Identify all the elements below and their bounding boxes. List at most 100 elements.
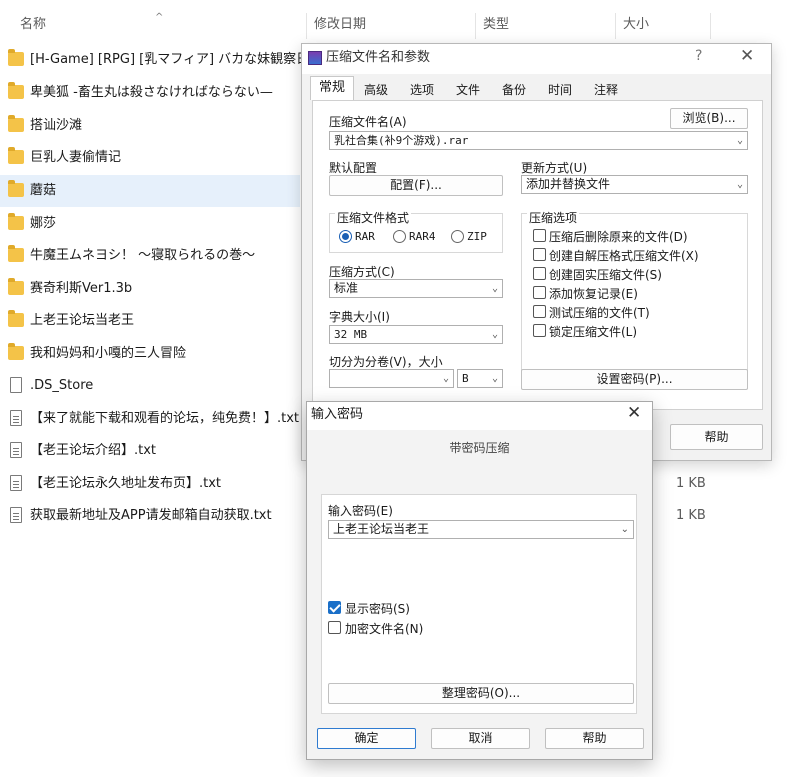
show-password-checkbox[interactable] <box>328 601 341 614</box>
tab-time[interactable]: 时间 <box>540 78 580 100</box>
browse-button[interactable]: 浏览(B)... <box>670 108 748 129</box>
list-item-selected[interactable]: 蘑菇 <box>0 175 300 207</box>
password-value: 上老王论坛当老王 <box>333 522 430 536</box>
split-unit-select[interactable]: B ⌄ <box>457 369 503 388</box>
folder-icon <box>8 245 24 262</box>
chevron-down-icon[interactable]: ⌄ <box>737 176 743 193</box>
archive-name-label: 压缩文件名(A) <box>329 115 407 129</box>
option-label[interactable]: 压缩后删除原来的文件(D) <box>549 228 688 245</box>
format-rar4-label[interactable]: RAR4 <box>409 230 436 243</box>
option-checkbox[interactable] <box>533 229 546 242</box>
tab-options[interactable]: 选项 <box>402 78 442 100</box>
file-name: 搭讪沙滩 <box>30 118 83 133</box>
compression-method-select[interactable]: 标准 ⌄ <box>329 279 503 298</box>
column-size[interactable]: 大小 <box>623 10 649 40</box>
option-label[interactable]: 创建自解压格式压缩文件(X) <box>549 247 699 264</box>
profiles-button[interactable]: 配置(F)... <box>329 175 503 196</box>
sort-ascending-icon: ^ <box>155 12 164 23</box>
archive-format-label: 压缩文件格式 <box>335 209 412 226</box>
chevron-down-icon[interactable]: ⌄ <box>492 326 498 343</box>
split-size-input[interactable]: ⌄ <box>329 369 454 388</box>
dialog-title: 输入密码 <box>311 407 364 422</box>
dictionary-size-select[interactable]: 32 MB ⌄ <box>329 325 503 344</box>
show-password-label[interactable]: 显示密码(S) <box>345 600 410 617</box>
file-name: 卑美狐 -畜生丸は殺さなければならない— <box>30 85 273 100</box>
column-name[interactable]: 名称 <box>20 10 46 40</box>
format-rar4-radio[interactable] <box>393 230 406 243</box>
dialog-titlebar[interactable]: 输入密码 ✕ <box>307 402 652 430</box>
set-password-button[interactable]: 设置密码(P)... <box>521 369 748 390</box>
chevron-down-icon[interactable]: ⌄ <box>443 370 449 387</box>
file-name: 巨乳人妻偷情记 <box>30 150 122 165</box>
folder-icon <box>8 180 24 197</box>
password-label: 输入密码(E) <box>328 504 393 518</box>
cancel-button[interactable]: 取消 <box>431 728 530 749</box>
chevron-down-icon[interactable]: ⌄ <box>492 370 498 387</box>
text-file-icon <box>10 475 22 491</box>
password-input[interactable]: 上老王论坛当老王 ⌄ <box>328 520 634 539</box>
chevron-down-icon[interactable]: ⌄ <box>492 280 498 297</box>
option-label[interactable]: 锁定压缩文件(L) <box>549 323 637 340</box>
file-name: 我和妈妈和小嘎的三人冒险 <box>30 346 187 361</box>
option-checkbox[interactable] <box>533 267 546 280</box>
folder-icon <box>8 213 24 230</box>
column-divider[interactable] <box>306 13 307 39</box>
option-checkbox[interactable] <box>533 305 546 318</box>
chevron-down-icon[interactable]: ⌄ <box>737 132 743 149</box>
file-size: 1 KB <box>676 476 706 491</box>
column-divider[interactable] <box>710 13 711 39</box>
dialog-subtitle: 带密码压缩 <box>449 441 510 455</box>
file-name: 【来了就能下载和观看的论坛，纯免费！】.txt <box>30 411 300 426</box>
help-button[interactable]: 帮助 <box>545 728 644 749</box>
format-rar-label[interactable]: RAR <box>355 230 375 243</box>
update-mode-label: 更新方式(U) <box>521 161 588 175</box>
organize-passwords-button[interactable]: 整理密码(O)... <box>328 683 634 704</box>
close-icon[interactable]: ✕ <box>740 46 754 66</box>
archive-name-value: 乳社合集(补9个游戏).rar <box>334 134 469 147</box>
option-label[interactable]: 测试压缩的文件(T) <box>549 304 650 321</box>
help-icon[interactable]: ? <box>695 48 702 64</box>
dictionary-size-value: 32 MB <box>334 328 368 341</box>
dialog-title: 压缩文件名和参数 <box>326 50 431 65</box>
option-checkbox[interactable] <box>533 248 546 261</box>
text-file-icon <box>10 410 22 426</box>
ok-button[interactable]: 确定 <box>317 728 416 749</box>
option-label[interactable]: 创建固实压缩文件(S) <box>549 266 662 283</box>
split-volumes-label: 切分为分卷(V)，大小 <box>329 355 443 369</box>
option-checkbox[interactable] <box>533 324 546 337</box>
chevron-down-icon[interactable]: ⌄ <box>621 521 629 538</box>
column-divider[interactable] <box>475 13 476 39</box>
format-rar-radio[interactable] <box>339 230 352 243</box>
column-modified[interactable]: 修改日期 <box>314 10 366 40</box>
column-type[interactable]: 类型 <box>483 10 509 40</box>
format-zip-label[interactable]: ZIP <box>467 230 487 243</box>
file-name: 赛奇利斯Ver1.3b <box>30 281 133 296</box>
encrypt-filenames-label[interactable]: 加密文件名(N) <box>345 620 423 637</box>
folder-icon <box>8 82 24 99</box>
close-icon[interactable]: ✕ <box>627 403 641 423</box>
encrypt-filenames-checkbox[interactable] <box>328 621 341 634</box>
option-checkbox[interactable] <box>533 286 546 299</box>
tab-files[interactable]: 文件 <box>448 78 488 100</box>
file-name: 【老王论坛介绍】.txt <box>30 443 157 458</box>
option-label[interactable]: 添加恢复记录(E) <box>549 285 638 302</box>
password-dialog: 输入密码 ✕ 带密码压缩 输入密码(E) 上老王论坛当老王 ⌄ 显示密码(S) … <box>306 401 653 760</box>
folder-icon <box>8 343 24 360</box>
file-name: 蘑菇 <box>30 183 57 198</box>
text-file-icon <box>10 442 22 458</box>
help-button[interactable]: 帮助 <box>670 424 763 450</box>
format-zip-radio[interactable] <box>451 230 464 243</box>
archive-name-input[interactable]: 乳社合集(补9个游戏).rar ⌄ <box>329 131 748 150</box>
update-mode-select[interactable]: 添加并替换文件 ⌄ <box>521 175 748 194</box>
text-file-icon <box>10 507 22 523</box>
tab-backup[interactable]: 备份 <box>494 78 534 100</box>
file-name: 上老王论坛当老王 <box>30 313 135 328</box>
folder-icon <box>8 310 24 327</box>
dialog-titlebar[interactable]: 压缩文件名和参数 ? ✕ <box>302 44 771 74</box>
tab-comment[interactable]: 注释 <box>586 78 626 100</box>
file-name: 【老王论坛永久地址发布页】.txt <box>30 476 222 491</box>
folder-icon <box>8 49 24 66</box>
tab-general[interactable]: 常规 <box>310 76 354 100</box>
column-divider[interactable] <box>615 13 616 39</box>
tab-advanced[interactable]: 高级 <box>356 78 396 100</box>
